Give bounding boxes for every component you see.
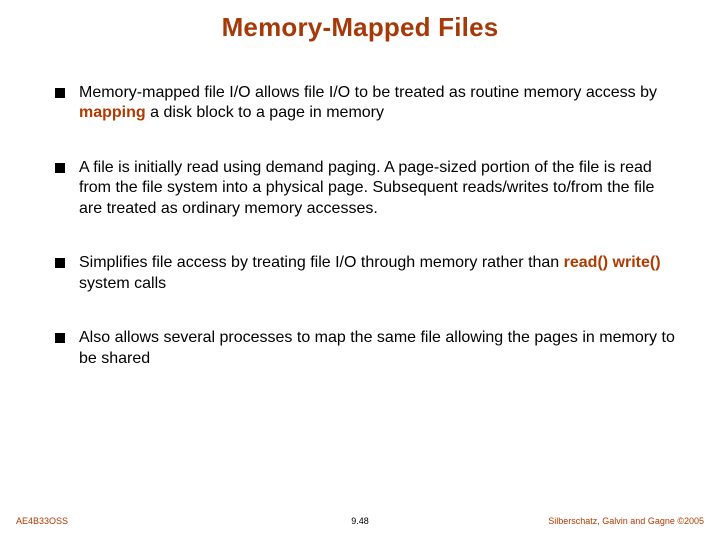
- bullet-item-2: A file is initially read using demand pa…: [55, 158, 680, 219]
- square-bullet-icon: [55, 88, 65, 98]
- bullet-item-4: Also allows several processes to map the…: [55, 328, 680, 369]
- bullet-text: Simplifies file access by treating file …: [79, 253, 680, 294]
- square-bullet-icon: [55, 333, 65, 343]
- slide-title: Memory-Mapped Files: [0, 0, 720, 43]
- bullet-text: A file is initially read using demand pa…: [79, 158, 680, 219]
- slide-body: Memory-mapped file I/O allows file I/O t…: [0, 43, 720, 369]
- bullet-text: Also allows several processes to map the…: [79, 328, 680, 369]
- square-bullet-icon: [55, 163, 65, 173]
- keyword: mapping: [79, 104, 146, 121]
- bullet-item-1: Memory-mapped file I/O allows file I/O t…: [55, 83, 680, 124]
- text-run: system calls: [79, 275, 166, 292]
- keyword: read() write(): [564, 254, 661, 271]
- footer-right: Silberschatz, Galvin and Gagne ©2005: [548, 516, 704, 526]
- footer-left: AE4B33OSS: [16, 516, 68, 526]
- text-run: Simplifies file access by treating file …: [79, 254, 564, 271]
- bullet-item-3: Simplifies file access by treating file …: [55, 253, 680, 294]
- slide: Memory-Mapped Files Memory-mapped file I…: [0, 0, 720, 540]
- bullet-text: Memory-mapped file I/O allows file I/O t…: [79, 83, 680, 124]
- square-bullet-icon: [55, 258, 65, 268]
- text-run: a disk block to a page in memory: [146, 104, 384, 121]
- text-run: Memory-mapped file I/O allows file I/O t…: [79, 84, 657, 101]
- footer-center: 9.48: [351, 516, 369, 526]
